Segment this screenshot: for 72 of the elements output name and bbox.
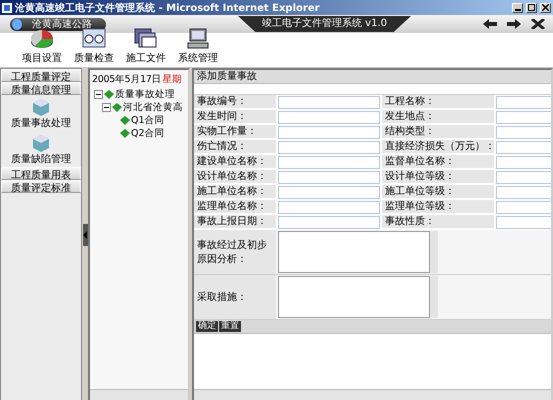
scrollbar[interactable] — [90, 389, 188, 400]
back-icon[interactable] — [483, 19, 497, 29]
field-label: 施工单位名称： — [194, 185, 276, 199]
nav-section-button[interactable]: 质量信息管理 — [1, 82, 81, 95]
minimize-button[interactable] — [512, 2, 523, 12]
field-label: 建设单位名称： — [194, 155, 276, 169]
close-icon[interactable] — [531, 19, 545, 29]
forward-icon[interactable] — [507, 19, 521, 29]
input-field[interactable] — [278, 111, 380, 124]
field-label: 实物工作量： — [194, 125, 276, 139]
field-label: 施工单位等级： — [382, 185, 494, 199]
cube-icon — [31, 132, 51, 152]
field-label: 事故经过及初步原因分析： — [197, 238, 268, 266]
input-field[interactable] — [278, 171, 380, 184]
browser-icon — [2, 2, 12, 12]
toolbar-button[interactable]: 系统管理 — [178, 27, 218, 65]
field-label: 事故性质： — [382, 215, 494, 229]
collapse-icon[interactable] — [102, 103, 111, 112]
app-title: 竣工电子文件管理系统 v1.0 — [238, 16, 411, 32]
nav-item[interactable]: 质量缺陷管理 — [1, 131, 81, 167]
field-label: 工程名称： — [382, 95, 494, 109]
tree-item[interactable]: Q1合同 — [110, 114, 188, 127]
form-button[interactable]: 确定 — [196, 321, 218, 332]
weekday-label: 星期 — [162, 73, 182, 86]
nav-item[interactable]: 质量事故处理 — [1, 95, 81, 131]
field-label: 设计单位名称： — [194, 170, 276, 184]
field-label: 监理单位等级： — [382, 200, 494, 214]
nav-section-button[interactable]: 质量评定标准 — [1, 180, 81, 193]
field-label: 设计单位等级： — [382, 170, 494, 184]
input-field[interactable] — [278, 186, 380, 199]
scrollbar[interactable] — [194, 389, 551, 400]
cube-icon — [31, 96, 51, 116]
field-label: 事故上报日期： — [194, 215, 276, 229]
text-area[interactable] — [278, 276, 430, 318]
toolbar-button[interactable]: 施工文件 — [126, 27, 166, 65]
field-label: 发生地点： — [382, 110, 494, 124]
close-icon — [542, 4, 549, 11]
field-label: 监理单位名称： — [194, 200, 276, 214]
input-field[interactable] — [278, 156, 380, 169]
field-label: 伤亡情况： — [194, 140, 276, 154]
input-field[interactable] — [278, 141, 380, 154]
input-field[interactable] — [278, 201, 380, 214]
nav-section-button[interactable]: 工程质量用表 — [1, 167, 81, 180]
maximize-icon — [528, 4, 535, 11]
date-label: 2005年5月17日 — [92, 73, 162, 86]
form-title: 添加质量事故 — [194, 70, 551, 84]
field-label: 发生时间： — [194, 110, 276, 124]
tree-item[interactable]: Q2合同 — [110, 127, 188, 140]
globe-icon — [12, 18, 22, 30]
field-label: 采取措施： — [197, 290, 247, 304]
input-field[interactable] — [278, 126, 380, 139]
tree-item[interactable]: 河北省沧黄高 — [102, 101, 188, 114]
tree-item[interactable]: 质量事故处理 — [94, 88, 188, 101]
close-button[interactable] — [540, 2, 551, 12]
scrollbar[interactable] — [430, 276, 438, 318]
collapse-icon[interactable] — [94, 90, 103, 99]
arrow-icon — [83, 231, 87, 239]
field-label: 直接经济损失（万元）： — [382, 140, 494, 154]
field-label: 结构类型： — [382, 125, 494, 139]
collapse-handle[interactable] — [82, 224, 88, 246]
maximize-button[interactable] — [526, 2, 537, 12]
form-button[interactable]: 重置 — [219, 321, 241, 332]
scrollbar[interactable] — [430, 231, 438, 273]
text-area[interactable] — [278, 231, 430, 273]
field-label: 监督单位名称： — [382, 155, 494, 169]
window-title: 沧黄高速竣工电子文件管理系统 - Microsoft Internet Explorer — [15, 1, 321, 14]
input-field[interactable] — [278, 96, 380, 109]
site-label: 沧黄高速公路 — [10, 18, 106, 30]
computer-icon — [185, 27, 211, 51]
input-field[interactable] — [278, 216, 380, 229]
field-label: 事故编号： — [194, 95, 276, 109]
nav-section-button[interactable]: 工程质量评定 — [1, 69, 81, 82]
